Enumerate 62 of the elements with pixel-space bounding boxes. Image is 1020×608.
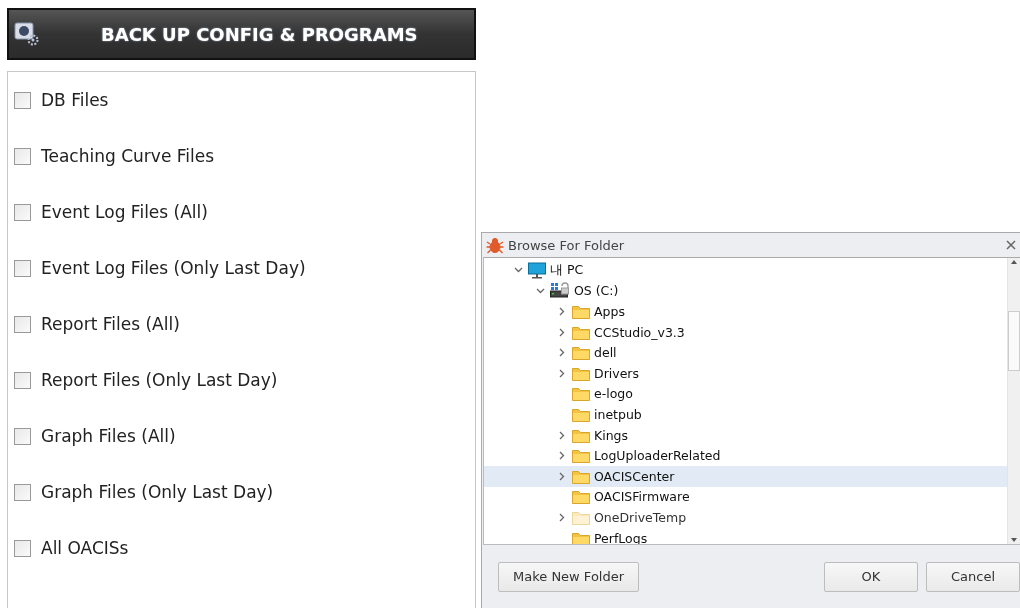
expand-chevron-icon[interactable] [559, 512, 565, 522]
folder-icon [572, 345, 590, 361]
checkbox[interactable] [14, 91, 31, 109]
checkbox[interactable] [14, 315, 31, 333]
folder-icon [572, 530, 590, 544]
checkbox-label[interactable]: Event Log Files (Only Last Day) [41, 258, 306, 278]
drive-icon [550, 282, 570, 300]
checkbox-label[interactable]: DB Files [41, 90, 109, 110]
scrollbar[interactable] [1007, 258, 1020, 544]
monitor-icon [528, 261, 546, 279]
checkbox-label[interactable]: Teaching Curve Files [41, 146, 215, 166]
tree-item[interactable]: Drivers [484, 362, 1007, 384]
tree-item[interactable]: LogUploaderRelated [484, 445, 1007, 466]
checkbox-label[interactable]: Report Files (All) [41, 314, 180, 334]
monitor-gear-icon [14, 22, 40, 46]
expand-chevron-icon[interactable] [559, 307, 565, 316]
checkbox[interactable] [14, 259, 31, 277]
folder-icon [572, 365, 590, 381]
panel-title: BACK UP CONFIG & PROGRAMS [101, 23, 418, 45]
checkbox-label[interactable]: Report Files (Only Last Day) [41, 370, 278, 390]
close-icon[interactable] [1006, 240, 1016, 250]
tree-item[interactable]: CCStudio_v3.3 [484, 321, 1007, 343]
checkbox-label[interactable]: Graph Files (All) [41, 426, 176, 446]
scrollbar-thumb[interactable] [1008, 311, 1020, 371]
checkbox[interactable] [14, 427, 31, 445]
tree-item[interactable]: OS (C:) [484, 280, 1007, 302]
checkbox[interactable] [14, 371, 31, 389]
tree-item[interactable]: OACISFirmware [484, 486, 1007, 508]
folder-icon [572, 448, 590, 464]
tree-item[interactable]: 내 PC [484, 260, 1007, 281]
tree-item[interactable]: OACISCenter [484, 465, 1007, 487]
tree-item[interactable]: inetpub [484, 404, 1007, 425]
expand-chevron-icon[interactable] [559, 327, 565, 337]
folder-icon [572, 468, 590, 484]
cancel-button[interactable]: Cancel [926, 561, 1020, 592]
checkbox-label[interactable]: All OACISs [41, 538, 129, 558]
checkbox[interactable] [14, 147, 31, 165]
tree-item[interactable]: OneDriveTemp [484, 507, 1007, 528]
folder-icon [572, 406, 590, 422]
folder-icon [572, 386, 590, 402]
tree-item[interactable]: e-logo [484, 383, 1007, 405]
folder-icon [572, 304, 590, 319]
ok-button[interactable]: OK [824, 561, 918, 592]
make-new-folder-button[interactable]: Make New Folder [498, 561, 640, 592]
folder-icon [572, 324, 590, 340]
dialog-title: Browse For Folder [508, 237, 626, 253]
collapse-chevron-icon[interactable] [513, 267, 523, 274]
checkbox[interactable] [14, 203, 31, 221]
folder-icon [572, 509, 590, 525]
checkbox[interactable] [14, 539, 31, 557]
tree-item[interactable]: dell [484, 342, 1007, 363]
checkbox[interactable] [14, 483, 31, 501]
tree-item[interactable]: Kings [484, 424, 1007, 446]
folder-icon [572, 427, 590, 443]
checkbox-label[interactable]: Event Log Files (All) [41, 202, 208, 222]
tree-item[interactable]: Apps [484, 301, 1007, 322]
expand-chevron-icon[interactable] [559, 430, 565, 440]
folder-icon [572, 489, 590, 505]
checkbox-label[interactable]: Graph Files (Only Last Day) [41, 482, 274, 502]
collapse-chevron-icon[interactable] [535, 287, 545, 294]
scroll-down-icon[interactable] [1010, 536, 1018, 544]
bug-icon [486, 236, 504, 254]
